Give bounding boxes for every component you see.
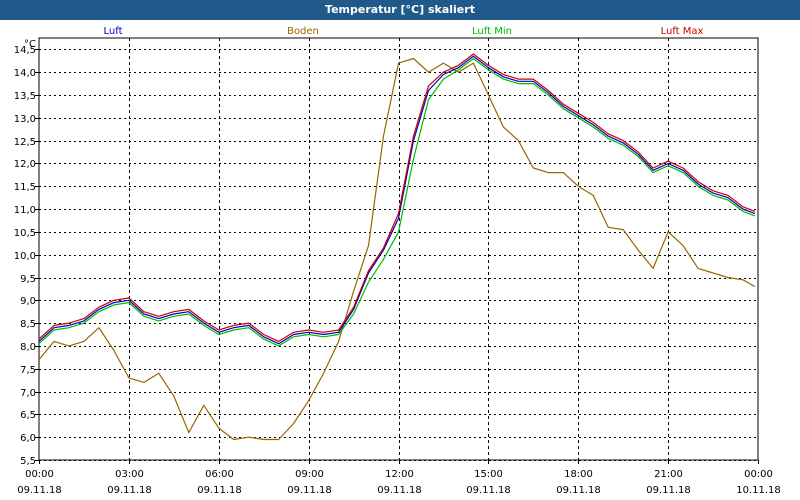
x-tick-time-label: 09:00 <box>295 469 324 480</box>
y-tick-label: 13,5 <box>14 91 36 102</box>
y-tick-label: 12,0 <box>14 159 36 170</box>
x-tick-date-label: 09.11.18 <box>287 485 332 496</box>
y-tick-label: 6,0 <box>20 433 36 444</box>
x-tick-date-label: 10.11.18 <box>736 485 781 496</box>
y-tick-label: 11,5 <box>14 182 36 193</box>
y-tick-label: 7,5 <box>20 365 36 376</box>
y-tick-label: 12,5 <box>14 137 36 148</box>
y-tick-label: 13,0 <box>14 114 36 125</box>
x-tick-time-label: 03:00 <box>115 469 144 480</box>
temperature-chart: 5,5 6,0 6,5 7,0 7,5 8,0 8,5 9,0 9,5 10,0 10,5 11,0 1… <box>14 26 781 496</box>
y-tick-label: 6,5 <box>20 410 36 421</box>
x-tick-date-label: 09.11.18 <box>556 485 601 496</box>
y-tick-label: 8,0 <box>20 342 36 353</box>
y-tick-label: 10,0 <box>14 251 36 262</box>
x-tick-time-label: 15:00 <box>474 469 503 480</box>
y-tick-label: 10,5 <box>14 228 36 239</box>
x-tick-time-label: 18:00 <box>564 469 593 480</box>
x-tick-date-label: 09.11.18 <box>466 485 511 496</box>
legend-entry-luft-min: Luft Min <box>472 26 512 37</box>
x-tick-time-label: 12:00 <box>385 469 414 480</box>
y-tick-label: 9,5 <box>20 274 36 285</box>
y-tick-label: 14,0 <box>14 68 36 79</box>
legend-entry-boden: Boden <box>287 26 319 37</box>
y-axis-unit-label: °C <box>24 39 36 50</box>
plot-area <box>38 37 759 461</box>
legend-entry-luft: Luft <box>104 26 123 37</box>
y-tick-label: 11,0 <box>14 205 36 216</box>
x-tick-time-label: 00:00 <box>25 469 54 480</box>
y-tick-label: 9,0 <box>20 296 36 307</box>
legend-entry-luft-max: Luft Max <box>661 26 704 37</box>
x-tick-date-label: 09.11.18 <box>17 485 62 496</box>
x-tick-date-label: 09.11.18 <box>107 485 152 496</box>
x-tick-time-label: 00:00 <box>744 469 773 480</box>
x-tick-time-label: 21:00 <box>654 469 683 480</box>
x-tick-time-label: 06:00 <box>205 469 234 480</box>
y-tick-label: 7,0 <box>20 388 36 399</box>
x-tick-date-label: 09.11.18 <box>377 485 422 496</box>
y-tick-label: 8,5 <box>20 319 36 330</box>
x-tick-date-label: 09.11.18 <box>197 485 242 496</box>
x-tick-date-label: 09.11.18 <box>646 485 691 496</box>
y-tick-label: 5,5 <box>20 456 36 467</box>
